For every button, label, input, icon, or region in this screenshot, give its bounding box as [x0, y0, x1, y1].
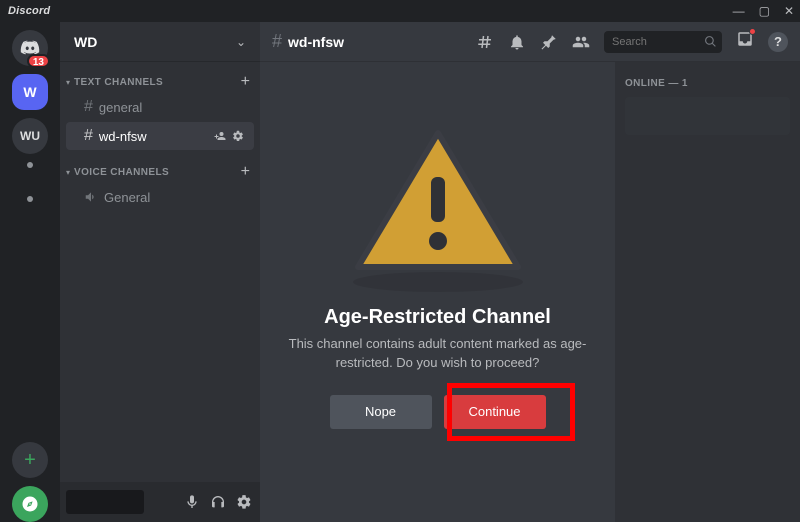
server-wd[interactable]: W [12, 74, 48, 110]
channel-label: General [104, 190, 150, 205]
channel-list: ▾ TEXT CHANNELS + # general # wd-nfsw ▾ … [60, 62, 260, 482]
category-label: TEXT CHANNELS [74, 77, 163, 88]
add-channel-button[interactable]: + [241, 73, 250, 91]
app-brand: Discord [8, 5, 50, 17]
category-voice-channels[interactable]: ▾ VOICE CHANNELS + [60, 162, 260, 182]
warning-triangle-icon [353, 125, 523, 275]
server-name: WD [74, 34, 97, 50]
mic-icon[interactable] [184, 494, 200, 510]
members-icon[interactable] [572, 33, 590, 51]
channel-label: wd-nfsw [99, 129, 147, 144]
hash-icon: # [84, 127, 93, 145]
window-controls: — ▢ ✕ [733, 4, 794, 18]
server-header[interactable]: WD ⌄ [60, 22, 260, 62]
member-list: ONLINE — 1 [615, 62, 800, 522]
hash-icon: # [84, 98, 93, 116]
voice-channel-general[interactable]: General [66, 183, 254, 211]
gate-title: Age-Restricted Channel [324, 306, 551, 329]
channel-header: # wd-nfsw ? [260, 22, 800, 62]
channel-general[interactable]: # general [66, 93, 254, 121]
invite-icon[interactable] [214, 130, 226, 142]
discover-servers-button[interactable] [12, 486, 48, 522]
channel-name: wd-nfsw [288, 34, 344, 50]
search-icon [704, 35, 717, 48]
headphones-icon[interactable] [210, 494, 226, 510]
server-wu[interactable]: WU [12, 118, 48, 154]
compass-icon [21, 495, 39, 513]
age-gate: Age-Restricted Channel This channel cont… [260, 62, 615, 522]
notification-dot [749, 28, 756, 35]
speaker-icon [84, 190, 98, 204]
server-indicator-dot [27, 196, 33, 202]
mention-badge: 13 [27, 54, 50, 68]
gate-description: This channel contains adult content mark… [280, 335, 595, 373]
maximize-button[interactable]: ▢ [759, 4, 770, 18]
user-info-placeholder[interactable] [66, 490, 144, 514]
user-panel [60, 482, 260, 522]
minimize-button[interactable]: — [733, 4, 745, 18]
search-box[interactable] [604, 31, 722, 53]
add-channel-button[interactable]: + [241, 163, 250, 181]
chevron-down-icon: ▾ [66, 78, 70, 87]
home-button[interactable]: 13 [12, 30, 48, 66]
gear-icon[interactable] [236, 494, 252, 510]
member-row[interactable] [625, 97, 790, 135]
chevron-down-icon: ⌄ [236, 35, 246, 49]
add-server-button[interactable]: + [12, 442, 48, 478]
pin-icon[interactable] [540, 33, 558, 51]
channel-label: general [99, 100, 142, 115]
members-online-header: ONLINE — 1 [625, 78, 790, 89]
gate-buttons: Nope Continue [330, 395, 546, 429]
server-indicator-dot [27, 162, 33, 168]
server-list: 13 W WU + [0, 22, 60, 522]
chevron-down-icon: ▾ [66, 168, 70, 177]
help-button[interactable]: ? [768, 32, 788, 52]
bell-icon[interactable] [508, 33, 526, 51]
hash-icon: # [272, 31, 282, 52]
category-label: VOICE CHANNELS [74, 167, 169, 178]
nope-button[interactable]: Nope [330, 395, 432, 429]
threads-icon[interactable] [476, 33, 494, 51]
inbox-button[interactable] [736, 30, 754, 53]
warning-illustration [353, 125, 523, 280]
gear-icon[interactable] [232, 130, 244, 142]
category-text-channels[interactable]: ▾ TEXT CHANNELS + [60, 72, 260, 92]
close-button[interactable]: ✕ [784, 4, 794, 18]
titlebar: Discord — ▢ ✕ [0, 0, 800, 22]
continue-button[interactable]: Continue [444, 395, 546, 429]
channel-sidebar: WD ⌄ ▾ TEXT CHANNELS + # general # wd-nf… [60, 22, 260, 522]
channel-wd-nfsw[interactable]: # wd-nfsw [66, 122, 254, 150]
main-area: # wd-nfsw ? [260, 22, 800, 522]
